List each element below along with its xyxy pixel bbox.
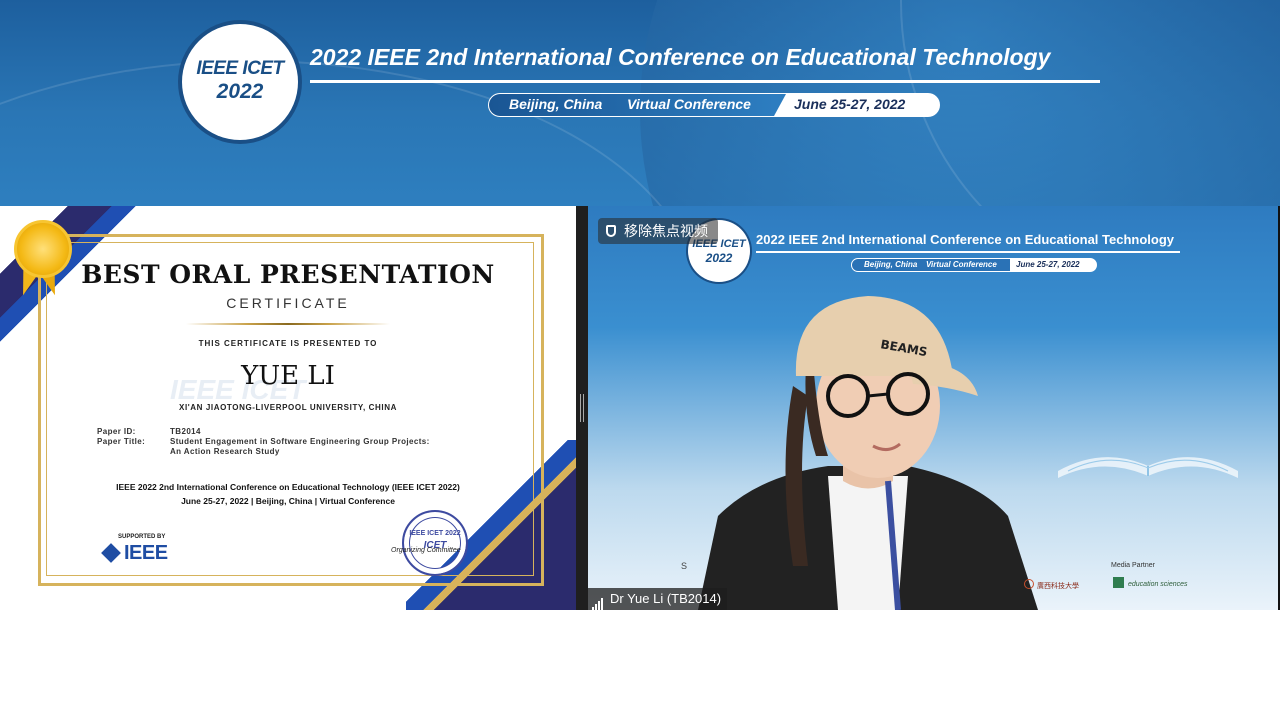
paper-title-line1: Student Engagement in Software Engineeri… [170,437,430,446]
paper-title-line2: An Action Research Study [170,447,280,456]
paper-id-value: TB2014 [170,427,201,436]
media-partner-label: Media Partner [1111,562,1155,569]
certificate-heading: BEST ORAL PRESENTATION [81,260,495,289]
recipient-name: YUE LI [241,361,335,391]
conference-logo: IEEE ICET 2022 [182,24,298,140]
organizing-committee-text: Organizing Committee [391,547,461,554]
paper-title-label: Paper Title: [97,437,146,446]
seal-line1: IEEE ICET 2022 [409,530,461,537]
resize-grip-handle[interactable] [580,394,581,422]
video-title-underline [756,251,1180,253]
media-partner-name: education sciences [1113,577,1188,588]
conference-info-pill: Beijing, China Virtual Conference June 2… [488,93,940,117]
unpin-video-button[interactable]: 移除焦点视频 [598,218,718,244]
speaker-video-tile[interactable]: IEEE ICET 2022 2022 IEEE 2nd Internation… [588,206,1280,610]
event-line2: June 25-27, 2022 | Beijing, China | Virt… [181,496,395,506]
pin-icon [606,225,616,237]
supported-by-label: SUPPORTED BY [118,534,166,540]
title-underline [310,80,1100,83]
ornament-divider [186,323,390,325]
recipient-university: XI'AN JIAOTONG-LIVERPOOL UNIVERSITY, CHI… [179,403,397,412]
event-line1: IEEE 2022 2nd International Conference o… [116,482,460,492]
video-conference-title: 2022 IEEE 2nd International Conference o… [756,232,1175,247]
speaker-person-graphic: BEAMS [698,296,1038,610]
participant-name-tag: Dr Yue Li (TB2014) [588,588,728,610]
ieee-diamond-icon [101,543,121,563]
ieee-logo-text: IEEE [124,542,168,564]
participant-name: Dr Yue Li (TB2014) [610,591,722,606]
video-sponsor-initial: S [681,561,688,571]
shared-screen-certificate[interactable]: BEST ORAL PRESENTATION CERTIFICATE THIS … [0,206,576,610]
paper-id-label: Paper ID: [97,427,136,436]
video-logo-line2: 2022 [705,251,733,265]
signal-bars-icon [592,590,604,610]
unpin-video-label: 移除焦点视频 [624,223,708,239]
video-cn-partner: 廣西科技大學 [1024,579,1079,591]
certificate-subheading: CERTIFICATE [226,295,350,311]
panel-divider[interactable] [576,206,588,610]
conference-title: 2022 IEEE 2nd International Conference o… [310,44,1051,70]
presented-to-text: THIS CERTIFICATE IS PRESENTED TO [198,339,378,348]
conference-banner: IEEE ICET 2022 2022 IEEE 2nd Internation… [0,0,1280,206]
dates-text: June 25-27, 2022 [794,96,906,112]
location-text: Beijing, China [509,96,603,112]
open-book-graphic [1058,457,1238,478]
logo-line1: IEEE ICET [196,58,284,79]
logo-line2: 2022 [216,80,264,103]
mode-text: Virtual Conference [627,96,751,112]
decorative-arc [900,0,1280,206]
seal-stamp-icon: IEEE ICET 2022 ICET [402,510,468,576]
ieee-logo-icon: IEEE [101,542,168,565]
